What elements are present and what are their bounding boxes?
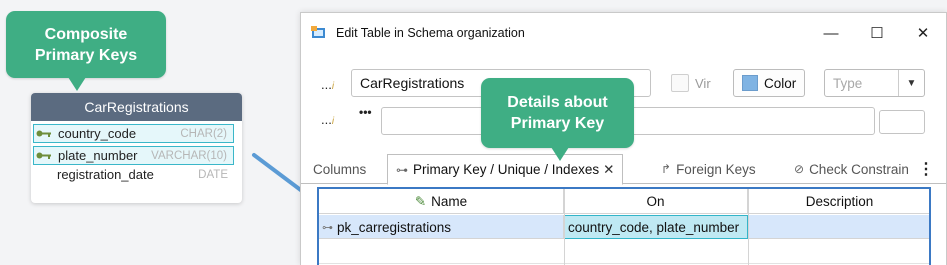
table-row[interactable]: ⊶ pk_carregistrations country_code, plat… — [319, 215, 929, 239]
diagram-column-row[interactable]: country_code CHAR(2) — [33, 124, 234, 143]
key-icon: ⊶ — [322, 221, 333, 234]
tab-bar: Columns ⊶ Primary Key / Unique / Indexes… — [301, 154, 946, 185]
title-bar: Edit Table in Schema organization — ☐ ✕ — [301, 13, 946, 53]
more-options-icon[interactable]: ⋮ — [918, 159, 934, 179]
key-icon — [36, 130, 51, 137]
tab-columns[interactable]: Columns — [313, 154, 366, 184]
pk-name-cell[interactable]: ⊶ pk_carregistrations — [319, 215, 564, 239]
tab-check-constraints[interactable]: ⊘ Check Constrain — [794, 154, 909, 184]
callout-pointer — [68, 77, 86, 91]
column-type: DATE — [198, 168, 228, 181]
key-icon — [36, 152, 51, 159]
primary-key-grid: ✎ Name On Description ⊶ pk_carregistrati… — [317, 187, 931, 265]
maximize-button[interactable]: ☐ — [854, 13, 900, 53]
key-icon: ⊶ — [396, 162, 408, 177]
description-column-header[interactable]: Description — [748, 189, 931, 214]
comment-expand-button[interactable] — [879, 110, 925, 134]
window-title: Edit Table in Schema organization — [336, 26, 525, 40]
virtual-checkbox[interactable] — [671, 74, 689, 92]
column-divider — [564, 189, 565, 265]
screenshot-root: Composite Primary Keys CarRegistrations … — [0, 0, 947, 265]
type-select[interactable]: Type ▼ — [824, 69, 925, 97]
pencil-icon: ✎ — [414, 193, 427, 209]
check-circle-icon: ⊘ — [794, 162, 805, 176]
column-name: country_code — [58, 126, 137, 141]
tab-label: Foreign Keys — [676, 161, 756, 177]
column-type: VARCHAR(10) — [151, 149, 227, 162]
on-column-header[interactable]: On — [564, 189, 748, 214]
diagram-column-row[interactable]: plate_number VARCHAR(10) — [33, 146, 234, 165]
tab-foreign-keys[interactable]: ↱ Foreign Keys — [661, 154, 756, 184]
tab-label: Columns — [313, 161, 367, 177]
name-column-header[interactable]: ✎ Name — [319, 189, 564, 214]
empty-row[interactable] — [319, 240, 929, 264]
pk-on-cell[interactable]: country_code, plate_number — [564, 215, 748, 239]
column-name: registration_date — [57, 167, 154, 182]
color-swatch — [742, 75, 758, 91]
comment-field-marker: ...i — [321, 112, 335, 127]
column-name: plate_number — [58, 148, 138, 163]
close-tab-icon[interactable]: ✕ — [603, 162, 614, 178]
minimize-button[interactable]: — — [808, 13, 854, 53]
color-label: Color — [764, 75, 797, 91]
pk-details-callout: Details about Primary Key — [481, 78, 634, 148]
color-button[interactable]: Color — [733, 69, 805, 97]
composite-keys-callout-text: Composite Primary Keys — [34, 25, 138, 64]
pk-description-cell[interactable] — [748, 215, 931, 239]
grid-header: ✎ Name On Description — [319, 189, 929, 214]
pk-details-callout-text: Details about Primary Key — [507, 94, 608, 132]
tab-primary-key[interactable]: ⊶ Primary Key / Unique / Indexes ✕ — [387, 154, 624, 185]
callout-pointer — [551, 147, 569, 161]
diagram-column-row[interactable]: registration_date DATE — [33, 165, 234, 184]
tab-label: Primary Key / Unique / Indexes — [413, 162, 600, 177]
column-type: CHAR(2) — [180, 127, 227, 140]
close-button[interactable]: ✕ — [900, 13, 946, 53]
diagram-table-title: CarRegistrations — [31, 93, 242, 121]
chevron-down-icon[interactable]: ▼ — [898, 70, 924, 96]
fk-arrow-icon: ↱ — [661, 162, 672, 176]
name-field-marker: ...i — [321, 77, 335, 92]
diagram-table-card[interactable]: CarRegistrations country_code CHAR(2) pl… — [31, 93, 242, 203]
app-icon — [311, 26, 325, 38]
comment-more-icon[interactable]: ••• — [359, 105, 372, 119]
window-controls: — ☐ ✕ — [808, 13, 946, 53]
tab-label: Check Constrain — [809, 161, 909, 177]
composite-keys-callout: Composite Primary Keys — [6, 11, 166, 78]
virtual-label: Vir — [695, 76, 711, 91]
column-divider — [748, 189, 749, 265]
type-placeholder: Type — [833, 75, 863, 91]
